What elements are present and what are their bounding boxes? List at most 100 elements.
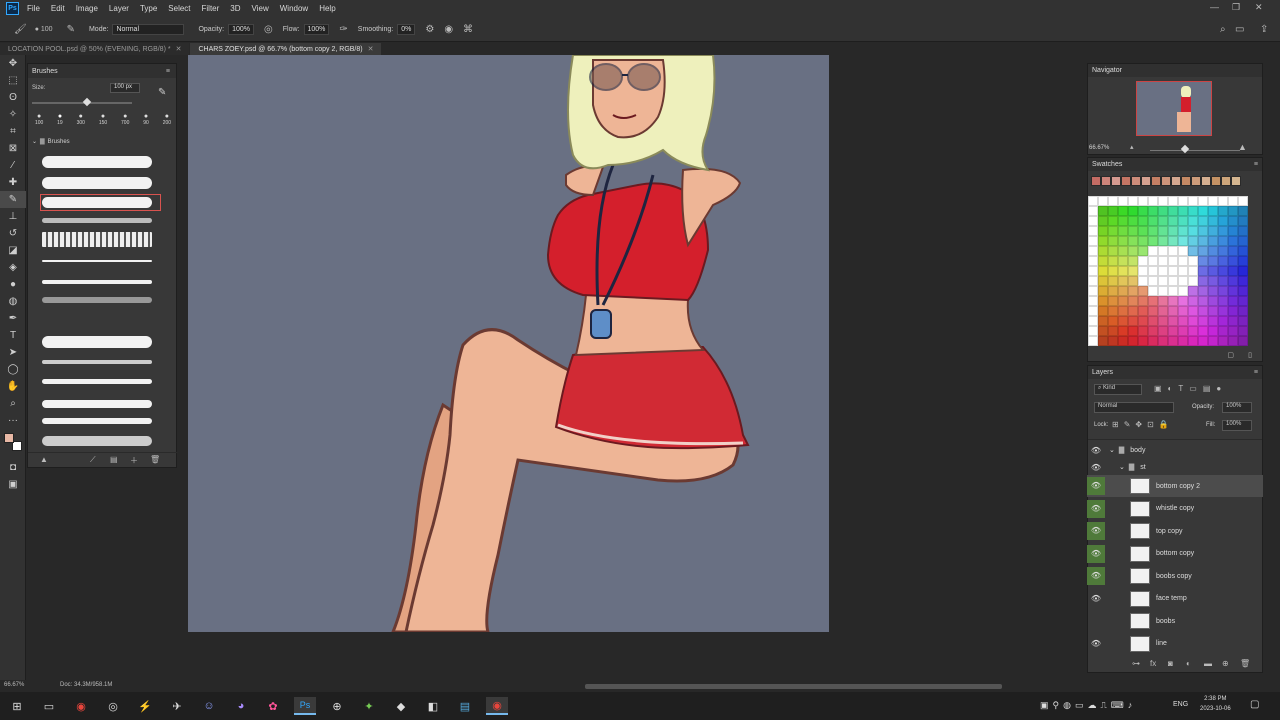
swatch[interactable] — [1138, 276, 1148, 286]
blend-mode-select[interactable]: Normal — [1094, 402, 1174, 413]
swatch[interactable] — [1158, 226, 1168, 236]
swatch[interactable] — [1088, 216, 1098, 226]
swatch[interactable] — [1138, 206, 1148, 216]
type-tool-icon[interactable]: T — [0, 327, 26, 344]
app-blue-icon[interactable]: ◆ — [390, 697, 412, 715]
swatch[interactable] — [1158, 336, 1168, 346]
swatch[interactable] — [1138, 296, 1148, 306]
swatch[interactable] — [1208, 256, 1218, 266]
swatch[interactable] — [1178, 236, 1188, 246]
discord-icon[interactable]: ☺ — [198, 697, 220, 715]
swatch[interactable] — [1138, 306, 1148, 316]
windows-start-icon[interactable]: ⊞ — [6, 697, 28, 715]
swatch[interactable] — [1088, 306, 1098, 316]
swatch[interactable] — [1208, 296, 1218, 306]
app-green-icon[interactable]: ✦ — [358, 697, 380, 715]
swatch[interactable] — [1108, 316, 1118, 326]
swatch[interactable] — [1148, 206, 1158, 216]
swatch[interactable] — [1128, 256, 1138, 266]
swatch[interactable] — [1148, 236, 1158, 246]
move-tool-icon[interactable]: ✥ — [0, 55, 26, 72]
swatch[interactable] — [1158, 326, 1168, 336]
swatch[interactable] — [1128, 316, 1138, 326]
swatch[interactable] — [1088, 276, 1098, 286]
hand-tool-icon[interactable]: ✋ — [0, 378, 26, 395]
delete-brush-icon[interactable]: 🗑 — [150, 455, 160, 464]
swatch[interactable] — [1088, 316, 1098, 326]
eye-icon[interactable]: 👁 — [1087, 463, 1105, 472]
flow-field[interactable]: 100% — [303, 23, 330, 35]
swatch[interactable] — [1201, 176, 1211, 186]
swatch[interactable] — [1238, 206, 1248, 216]
swatch[interactable] — [1148, 256, 1158, 266]
swatch[interactable] — [1228, 266, 1238, 276]
swatch[interactable] — [1128, 296, 1138, 306]
preset-item[interactable]: ● 90 — [143, 113, 149, 131]
swatch[interactable] — [1168, 196, 1178, 206]
close-tab-icon[interactable]: ✕ — [176, 46, 182, 53]
swatch[interactable] — [1178, 216, 1188, 226]
swatch[interactable] — [1138, 256, 1148, 266]
navigator-zoom[interactable]: 66.67% — [1089, 145, 1109, 151]
swatch[interactable] — [1118, 266, 1128, 276]
preset-item[interactable]: ● 19 — [57, 113, 63, 131]
search-icon[interactable]: ⌕ — [1220, 24, 1226, 35]
swatch[interactable] — [1198, 246, 1208, 256]
menu-layer[interactable]: Layer — [109, 4, 129, 13]
swatch[interactable] — [1188, 336, 1198, 346]
swatch[interactable] — [1238, 336, 1248, 346]
swatch[interactable] — [1238, 286, 1248, 296]
swatch[interactable] — [1208, 276, 1218, 286]
swatch[interactable] — [1151, 176, 1161, 186]
close-window-icon[interactable]: ✕ — [1255, 2, 1263, 13]
swatch[interactable] — [1128, 246, 1138, 256]
eye-icon[interactable]: 👁 — [1087, 635, 1105, 653]
zoom-out-icon[interactable]: ▴ — [1130, 143, 1138, 151]
swatch[interactable] — [1198, 326, 1208, 336]
swatch[interactable] — [1208, 216, 1218, 226]
new-group-icon[interactable]: ▬ — [1204, 659, 1212, 668]
swatch[interactable] — [1228, 216, 1238, 226]
stamp-tool-icon[interactable]: ⊥ — [0, 208, 26, 225]
swatch[interactable] — [1148, 216, 1158, 226]
swatch[interactable] — [1208, 316, 1218, 326]
brush-preset-stroke[interactable] — [42, 297, 152, 303]
swatch[interactable] — [1168, 226, 1178, 236]
brush-preset-stroke[interactable] — [42, 197, 152, 208]
swatch[interactable] — [1138, 286, 1148, 296]
swatch[interactable] — [1228, 326, 1238, 336]
swatch[interactable] — [1198, 296, 1208, 306]
swatch[interactable] — [1121, 176, 1131, 186]
swatch[interactable] — [1228, 236, 1238, 246]
swatch[interactable] — [1158, 296, 1168, 306]
swatch[interactable] — [1178, 226, 1188, 236]
swatch[interactable] — [1118, 316, 1128, 326]
brush-preset-stroke[interactable] — [42, 400, 152, 408]
swatch[interactable] — [1088, 266, 1098, 276]
swatch[interactable] — [1218, 286, 1228, 296]
swatch[interactable] — [1098, 266, 1108, 276]
swatch[interactable] — [1128, 266, 1138, 276]
brush-preset-stroke[interactable] — [42, 379, 152, 384]
screen-mode-icon[interactable]: ▣ — [0, 476, 26, 493]
swatch[interactable] — [1138, 336, 1148, 346]
brush-preset-stroke[interactable] — [42, 218, 152, 223]
swatch[interactable] — [1168, 206, 1178, 216]
swatch[interactable] — [1118, 326, 1128, 336]
recent-swatches[interactable] — [1091, 176, 1251, 186]
menu-type[interactable]: Type — [140, 4, 157, 13]
swatch[interactable] — [1141, 176, 1151, 186]
swatch[interactable] — [1138, 266, 1148, 276]
swatch[interactable] — [1178, 196, 1188, 206]
swatch[interactable] — [1108, 266, 1118, 276]
swatch[interactable] — [1168, 246, 1178, 256]
swatch[interactable] — [1148, 276, 1158, 286]
swatch[interactable] — [1188, 216, 1198, 226]
swatch[interactable] — [1218, 206, 1228, 216]
swatch[interactable] — [1088, 246, 1098, 256]
github-icon[interactable]: ◕ — [230, 697, 252, 715]
swatch[interactable] — [1238, 256, 1248, 266]
navigator-slider-thumb[interactable] — [1180, 144, 1190, 154]
menu-filter[interactable]: Filter — [202, 4, 220, 13]
menu-view[interactable]: View — [252, 4, 269, 13]
